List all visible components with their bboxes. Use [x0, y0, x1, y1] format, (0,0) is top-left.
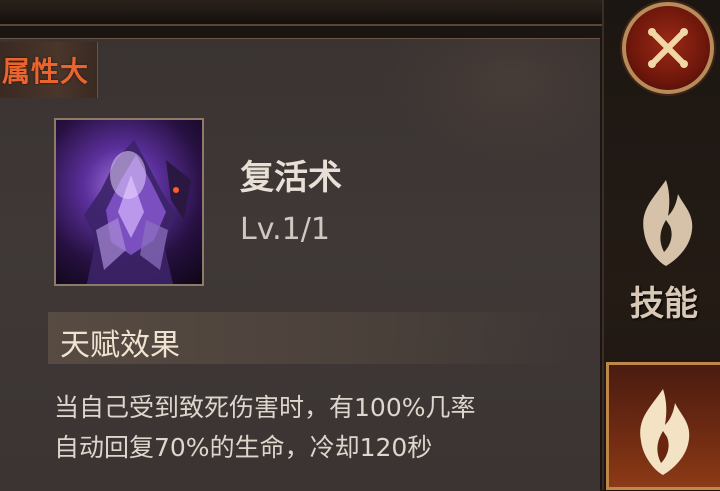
effect-line: 自动回复70%的生命，冷却120秒: [54, 433, 433, 462]
effect-heading-bar: 天赋效果: [48, 312, 570, 364]
skill-icon: [54, 118, 204, 286]
close-x-icon: [648, 28, 688, 68]
effect-heading: 天赋效果: [60, 328, 180, 363]
skill-name: 复活术: [240, 158, 342, 198]
flame-icon: [640, 389, 690, 475]
flame-icon: [643, 180, 693, 266]
tab-active[interactable]: [606, 362, 720, 490]
title-tab: 属性大: [0, 42, 98, 98]
tab-skills-label: 技能: [630, 284, 698, 324]
effect-description: 当自己受到致死伤害时，有100%几率 自动回复70%的生命，冷却120秒: [54, 388, 602, 468]
top-frame: [0, 0, 610, 26]
close-button[interactable]: [622, 2, 714, 94]
skill-level: Lv.1/1: [240, 212, 330, 247]
panel-title: 属性大: [2, 55, 90, 88]
tab-skills[interactable]: 技能: [612, 170, 720, 340]
effect-line: 当自己受到致死伤害时，有100%几率: [54, 393, 476, 422]
